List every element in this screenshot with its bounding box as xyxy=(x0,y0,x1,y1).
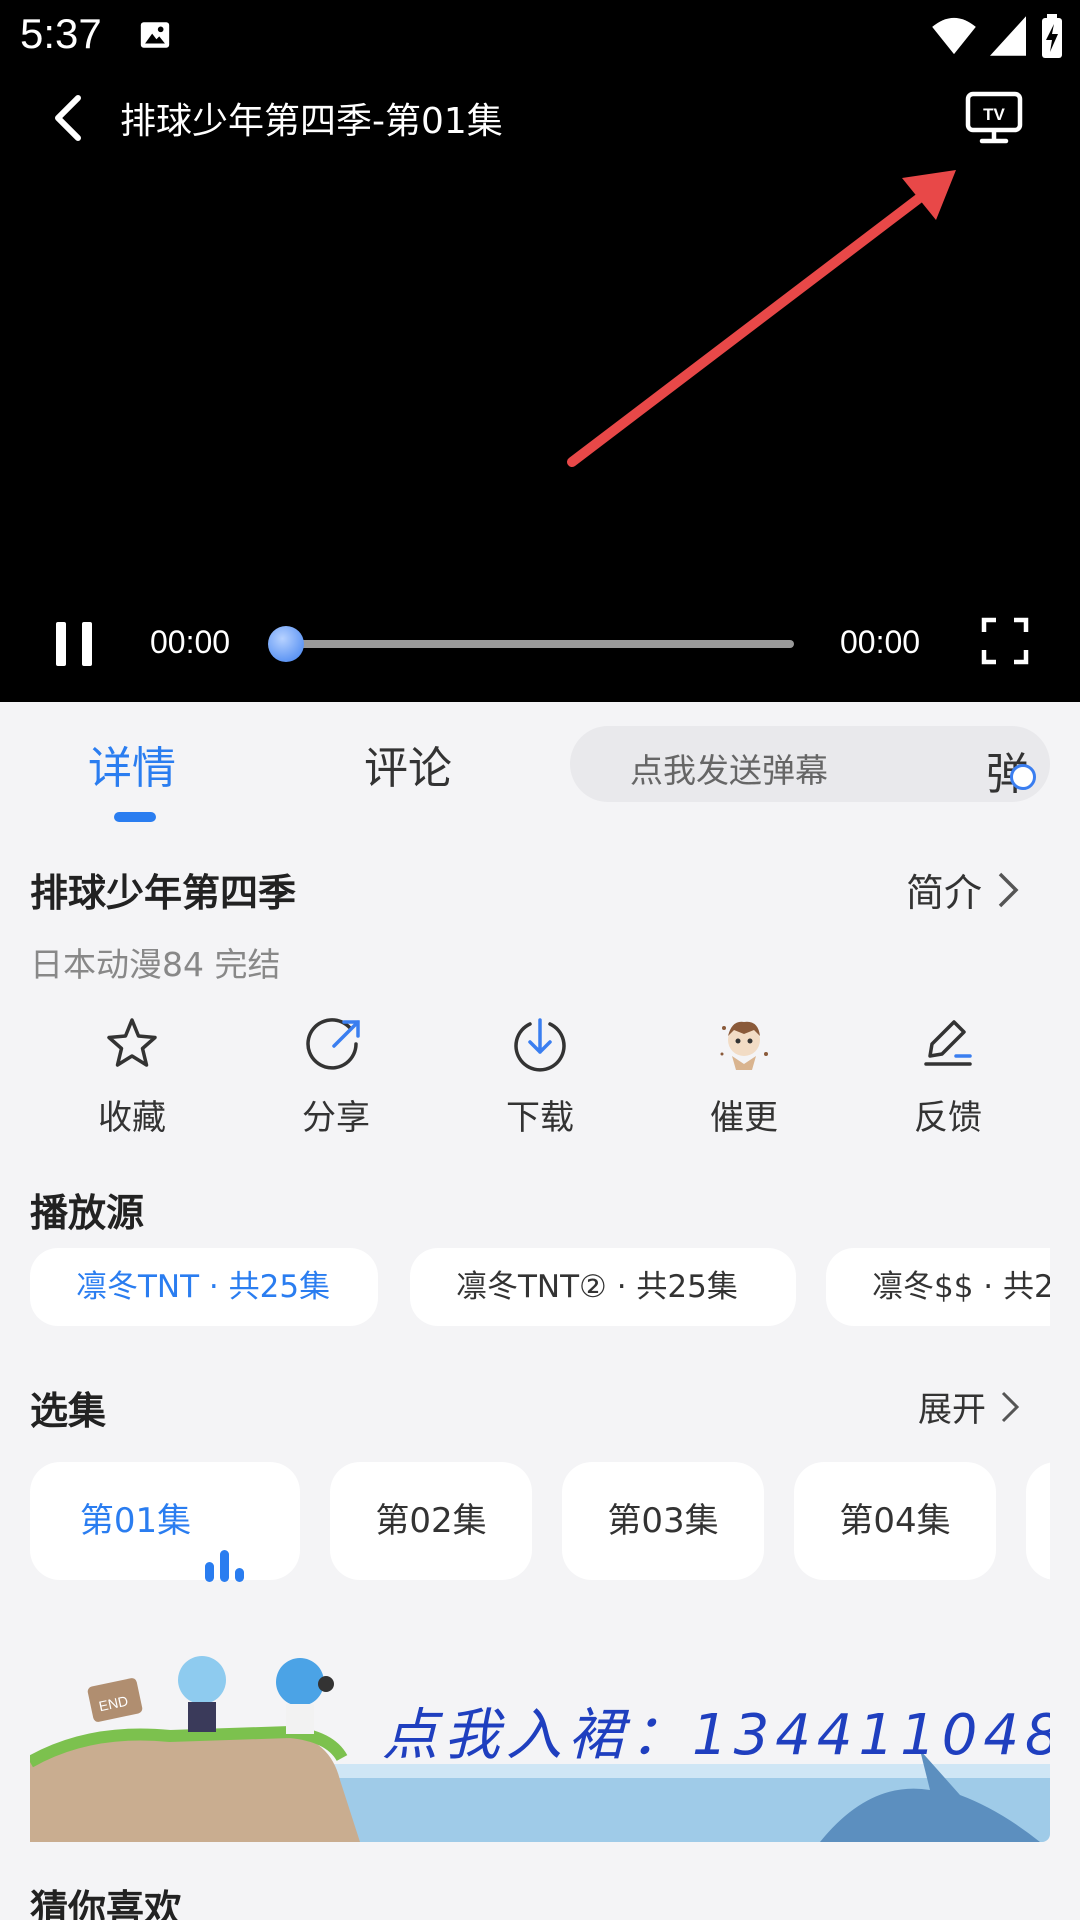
status-bar: 5:37 xyxy=(0,0,1080,72)
now-playing-icon xyxy=(205,1464,250,1582)
back-arrow-icon[interactable] xyxy=(44,90,100,146)
progress-knob[interactable] xyxy=(268,626,304,662)
danmaku-placeholder: 点我发送弹幕 xyxy=(630,751,828,790)
video-title: 排球少年第四季-第01集 xyxy=(120,101,503,142)
banner-text: 点我入裙：134411048 xyxy=(382,1703,1050,1768)
total-time: 00:00 xyxy=(840,624,921,660)
source-list: 凛冬TNT · 共25集 凛冬TNT② · 共25集 凛冬$$ · 共25集 xyxy=(30,1248,1050,1328)
feedback-label: 反馈 xyxy=(914,1098,982,1138)
show-title: 排球少年第四季 xyxy=(30,871,297,915)
tab-comments[interactable]: 评论 xyxy=(364,732,452,796)
promo-banner[interactable]: END 点我入裙：134411048 xyxy=(30,1640,1050,1842)
share-label: 分享 xyxy=(302,1098,370,1138)
progress-bar[interactable] xyxy=(282,640,794,648)
expand-link[interactable]: 展开 xyxy=(918,1382,1020,1431)
favorite-label: 收藏 xyxy=(98,1098,166,1138)
chevron-right-icon xyxy=(998,872,1019,907)
episode-chip[interactable]: 第03集 xyxy=(562,1462,764,1580)
anime-sticker-icon xyxy=(720,1021,768,1070)
intro-link[interactable]: 简介 xyxy=(906,862,1020,917)
guess-title: 猜你喜欢 xyxy=(30,1887,183,1920)
expand-label: 展开 xyxy=(918,1390,986,1430)
tab-active-indicator xyxy=(114,812,156,822)
star-icon xyxy=(107,1018,157,1067)
video-player[interactable]: 5:37 排球少年第四季-第01集 TV 00:00 00:00 xyxy=(0,0,1080,702)
detail-tabs: 详情 评论 点我发送弹幕 弹 xyxy=(0,702,1080,822)
favorite-button[interactable]: 收藏 xyxy=(52,1010,212,1140)
share-icon xyxy=(306,1018,360,1070)
show-meta: 日本动漫84 完结 xyxy=(30,945,281,984)
episode-label: 第01集 xyxy=(79,1501,192,1541)
edit-feedback-icon xyxy=(924,1020,972,1066)
chevron-right-icon xyxy=(1001,1391,1020,1422)
danmaku-check-icon xyxy=(1010,764,1036,790)
signal-icon xyxy=(990,16,1026,56)
feedback-button[interactable]: 反馈 xyxy=(868,1010,1028,1140)
fullscreen-icon[interactable] xyxy=(980,616,1030,666)
download-button[interactable]: 下载 xyxy=(460,1010,620,1140)
episode-chip-partial[interactable] xyxy=(1026,1462,1050,1580)
episodes-title: 选集 xyxy=(30,1389,107,1433)
share-button[interactable]: 分享 xyxy=(256,1010,416,1140)
episode-chip[interactable]: 第02集 xyxy=(330,1462,532,1580)
player-controls: 00:00 00:00 xyxy=(0,600,1080,690)
svg-text:TV: TV xyxy=(983,105,1005,124)
danmaku-input[interactable]: 点我发送弹幕 弹 xyxy=(570,726,1050,802)
pause-icon[interactable] xyxy=(50,618,102,670)
urge-update-label: 催更 xyxy=(710,1098,778,1138)
source-chip[interactable]: 凛冬$$ · 共25集 xyxy=(826,1248,1050,1326)
action-row: 收藏 分享 下载 催更 反馈 xyxy=(0,1010,1080,1140)
image-notification-icon xyxy=(140,22,170,48)
current-time: 00:00 xyxy=(150,624,231,660)
source-chip[interactable]: 凛冬TNT · 共25集 xyxy=(30,1248,378,1326)
sources-title: 播放源 xyxy=(30,1191,145,1235)
cast-tv-icon[interactable]: TV xyxy=(964,88,1028,148)
download-icon xyxy=(514,1018,566,1072)
download-label: 下载 xyxy=(506,1098,574,1138)
episode-list: 第01集 第02集 第03集 第04集 xyxy=(30,1462,1050,1582)
tab-details[interactable]: 详情 xyxy=(88,732,176,796)
intro-label: 简介 xyxy=(906,871,983,915)
status-time: 5:37 xyxy=(20,10,102,57)
wifi-icon xyxy=(932,17,976,55)
battery-charging-icon xyxy=(1042,14,1062,58)
episode-chip[interactable]: 第04集 xyxy=(794,1462,996,1580)
urge-update-button[interactable]: 催更 xyxy=(664,1010,824,1140)
player-top-bar: 排球少年第四季-第01集 TV xyxy=(0,80,1080,156)
episode-chip[interactable]: 第01集 xyxy=(30,1462,300,1582)
source-chip[interactable]: 凛冬TNT② · 共25集 xyxy=(410,1248,796,1326)
